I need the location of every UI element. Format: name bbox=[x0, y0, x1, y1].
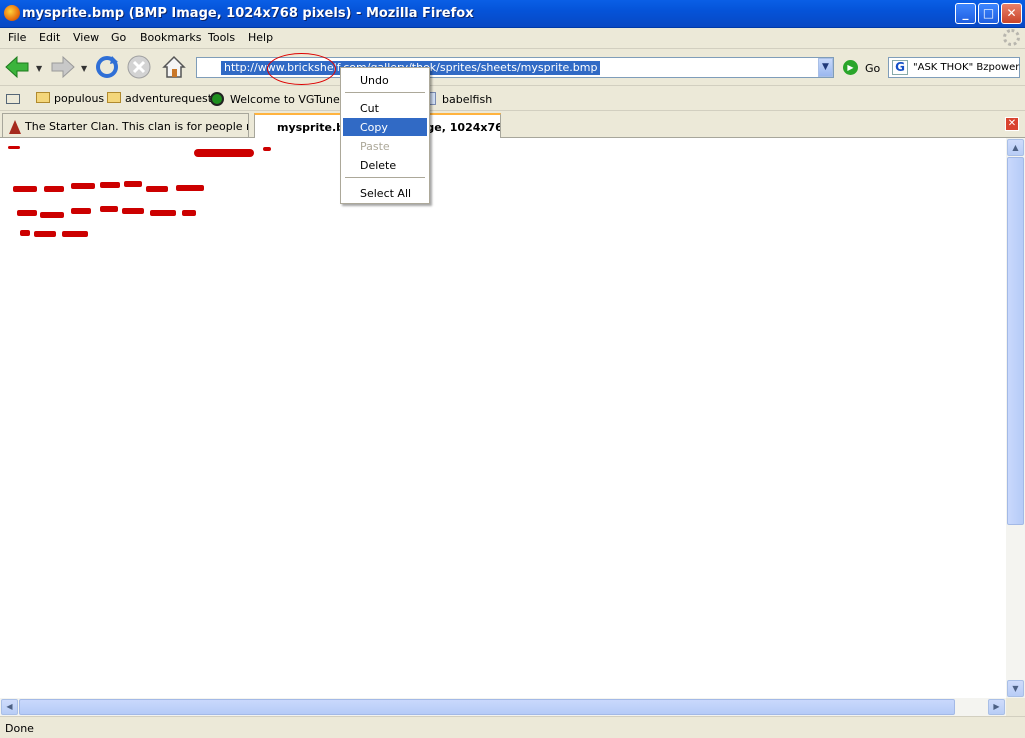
bookmark-label: populous bbox=[54, 92, 105, 105]
annotation-circle bbox=[267, 53, 336, 85]
menu-help[interactable]: Help bbox=[248, 31, 273, 44]
bookmarks-toolbar: populous adventurequest Welcome to VGTun… bbox=[0, 87, 1025, 111]
bookmark-label: adventurequest bbox=[125, 92, 213, 105]
tab-label: The Starter Clan. This clan is for peopl… bbox=[25, 120, 249, 133]
page-content bbox=[0, 138, 1006, 698]
bookmark-babelfish[interactable]: babelfish bbox=[424, 92, 492, 106]
folder-icon bbox=[36, 92, 50, 103]
vertical-scroll-thumb[interactable] bbox=[1007, 157, 1024, 525]
go-button[interactable]: Go bbox=[865, 62, 880, 75]
go-icon[interactable]: ▶ bbox=[843, 60, 858, 75]
close-tab-icon[interactable]: ✕ bbox=[1005, 117, 1019, 131]
firefox-icon bbox=[4, 5, 20, 21]
menu-go[interactable]: Go bbox=[111, 31, 126, 44]
vertical-scrollbar[interactable]: ▲ ▼ bbox=[1006, 138, 1025, 698]
scroll-down-icon[interactable]: ▼ bbox=[1007, 680, 1024, 697]
window-title: mysprite.bmp (BMP Image, 1024x768 pixels… bbox=[22, 6, 474, 21]
menu-item-delete[interactable]: Delete bbox=[343, 156, 427, 174]
back-dropdown-icon[interactable]: ▼ bbox=[36, 64, 42, 73]
reload-icon[interactable] bbox=[94, 54, 120, 80]
site-favicon-icon bbox=[9, 120, 21, 134]
bookmark-vgtunes[interactable]: Welcome to VGTunes. bbox=[210, 92, 349, 106]
scroll-left-icon[interactable]: ◀ bbox=[1, 699, 18, 715]
maximize-button[interactable]: □ bbox=[978, 3, 999, 24]
menu-separator bbox=[345, 177, 425, 178]
horizontal-scrollbar[interactable]: ◀ ▶ bbox=[0, 698, 1006, 716]
stop-icon[interactable] bbox=[126, 54, 152, 80]
menu-edit[interactable]: Edit bbox=[39, 31, 60, 44]
menu-item-paste: Paste bbox=[360, 140, 390, 153]
home-icon[interactable] bbox=[161, 54, 187, 80]
title-bar[interactable]: mysprite.bmp (BMP Image, 1024x768 pixels… bbox=[0, 0, 1025, 28]
url-dropdown-icon[interactable]: ▼ bbox=[818, 58, 833, 77]
minimize-button[interactable]: _ bbox=[955, 3, 976, 24]
folder-icon bbox=[107, 92, 121, 103]
tab-starter-clan[interactable]: The Starter Clan. This clan is for peopl… bbox=[2, 113, 249, 137]
bookmark-label: babelfish bbox=[442, 93, 493, 106]
back-arrow-icon[interactable] bbox=[4, 54, 30, 80]
menu-item-cut[interactable]: Cut bbox=[343, 99, 427, 117]
bookmark-label: Welcome to VGTunes. bbox=[230, 93, 349, 106]
menu-tools[interactable]: Tools bbox=[208, 31, 235, 44]
throbber-icon bbox=[1003, 29, 1020, 46]
status-bar: Done bbox=[0, 716, 1025, 738]
forward-dropdown-icon[interactable]: ▼ bbox=[81, 64, 87, 73]
menu-view[interactable]: View bbox=[73, 31, 99, 44]
status-text: Done bbox=[5, 722, 34, 735]
menu-item-copy[interactable]: Copy bbox=[343, 118, 427, 136]
forward-arrow-icon[interactable] bbox=[50, 54, 76, 80]
menu-file[interactable]: File bbox=[8, 31, 26, 44]
close-button[interactable]: ✕ bbox=[1001, 3, 1022, 24]
menu-item-undo[interactable]: Undo bbox=[343, 71, 427, 89]
bookmark-populous[interactable]: populous bbox=[36, 92, 104, 105]
menu-bar: File Edit View Go Bookmarks Tools Help bbox=[0, 28, 1025, 49]
scroll-up-icon[interactable]: ▲ bbox=[1007, 139, 1024, 156]
search-text[interactable]: "ASK THOK" Bzpower bbox=[913, 62, 1019, 73]
scroll-corner bbox=[1006, 698, 1025, 716]
horizontal-scroll-thumb[interactable] bbox=[19, 699, 955, 715]
bookmark-adventurequest[interactable]: adventurequest bbox=[107, 92, 212, 105]
context-menu: Undo Cut Copy Paste Delete Select All bbox=[340, 67, 430, 204]
scroll-right-icon[interactable]: ▶ bbox=[988, 699, 1005, 715]
vgtunes-icon bbox=[210, 92, 224, 106]
tab-strip: The Starter Clan. This clan is for peopl… bbox=[0, 111, 1025, 139]
search-input[interactable]: G "ASK THOK" Bzpower bbox=[888, 57, 1020, 78]
menu-separator bbox=[345, 92, 425, 93]
google-icon[interactable]: G bbox=[892, 60, 908, 75]
menu-item-select-all[interactable]: Select All bbox=[343, 184, 427, 202]
menu-bookmarks[interactable]: Bookmarks bbox=[140, 31, 201, 44]
bookmarks-manager-icon[interactable] bbox=[6, 94, 20, 104]
